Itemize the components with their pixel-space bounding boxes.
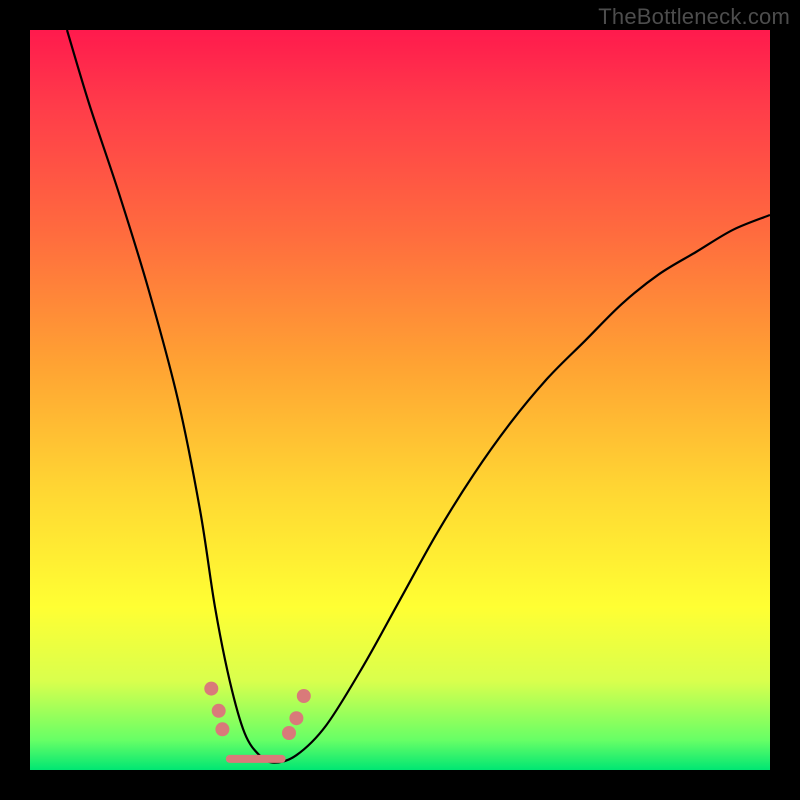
- marker-dot: [212, 704, 226, 718]
- watermark-text: TheBottleneck.com: [598, 4, 790, 30]
- chart-stage: TheBottleneck.com: [0, 0, 800, 800]
- highlight-markers: [204, 682, 310, 759]
- plot-area: [30, 30, 770, 770]
- marker-dot: [282, 726, 296, 740]
- curve-layer: [30, 30, 770, 770]
- bottleneck-curve: [67, 30, 770, 763]
- marker-dot: [289, 711, 303, 725]
- marker-dot: [215, 722, 229, 736]
- marker-dot: [297, 689, 311, 703]
- marker-dot: [204, 682, 218, 696]
